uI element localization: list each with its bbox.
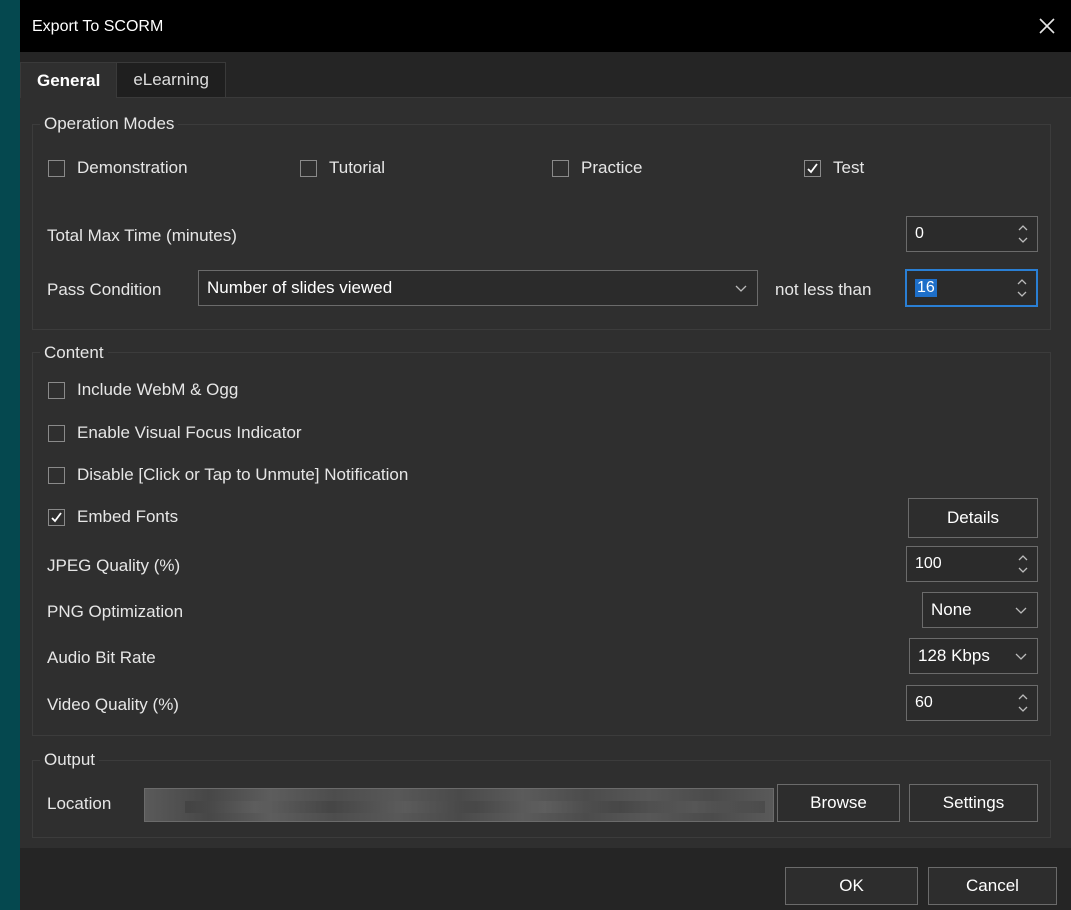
checkbox-embed-fonts[interactable]: Embed Fonts — [48, 507, 178, 527]
dialog-footer: OK Cancel — [20, 848, 1071, 910]
close-icon[interactable] — [1035, 14, 1059, 38]
title-bar: Export To SCORM — [20, 0, 1071, 52]
up-down-arrows-icon[interactable] — [1016, 276, 1028, 300]
checkbox-box — [48, 159, 65, 177]
chevron-down-icon — [1015, 607, 1027, 614]
redacted-path-detail — [185, 801, 765, 813]
general-panel: Operation Modes Demonstration Tutorial P… — [20, 98, 1071, 848]
content-title: Content — [40, 343, 108, 363]
checkbox-label: Test — [833, 158, 865, 177]
operation-modes-title: Operation Modes — [40, 114, 179, 134]
checkbox-label: Tutorial — [329, 158, 386, 177]
not-less-than-label: not less than — [775, 280, 872, 299]
audio-bit-rate-label: Audio Bit Rate — [47, 648, 156, 667]
pass-condition-select[interactable]: Number of slides viewed — [198, 270, 758, 306]
settings-button[interactable]: Settings — [909, 784, 1038, 822]
checkmark-icon — [807, 162, 818, 173]
ok-button[interactable]: OK — [785, 867, 918, 905]
content-group — [32, 352, 1051, 736]
checkbox-box — [48, 381, 65, 399]
output-title: Output — [40, 750, 100, 770]
checkbox-demonstration[interactable]: Demonstration — [48, 158, 188, 178]
checkbox-label: Embed Fonts — [77, 507, 179, 526]
select-value: Number of slides viewed — [207, 278, 393, 297]
up-down-arrows-icon[interactable] — [1017, 222, 1029, 246]
stepper-value: 16 — [915, 279, 937, 297]
browse-button[interactable]: Browse — [777, 784, 900, 822]
chevron-down-icon — [1015, 653, 1027, 660]
checkbox-box — [804, 159, 821, 177]
tab-bar: General eLearning — [20, 62, 226, 98]
jpeg-quality-label: JPEG Quality (%) — [47, 556, 181, 575]
checkbox-label: Include WebM & Ogg — [77, 380, 239, 399]
total-max-time-stepper[interactable]: 0 — [906, 216, 1038, 252]
png-optimization-select[interactable]: None — [922, 592, 1038, 628]
up-down-arrows-icon[interactable] — [1017, 552, 1029, 576]
checkbox-tutorial[interactable]: Tutorial — [300, 158, 385, 178]
video-quality-label: Video Quality (%) — [47, 695, 179, 714]
checkbox-box — [48, 424, 65, 442]
checkbox-label: Practice — [581, 158, 643, 177]
export-dialog: Export To SCORM General eLearning Operat… — [20, 0, 1071, 910]
pass-condition-label: Pass Condition — [47, 280, 162, 299]
select-value: 128 Kbps — [918, 646, 990, 665]
details-button[interactable]: Details — [908, 498, 1038, 538]
checkbox-visual-focus-indicator[interactable]: Enable Visual Focus Indicator — [48, 423, 302, 443]
checkmark-icon — [51, 511, 62, 522]
checkbox-box — [48, 466, 65, 484]
checkbox-include-webm-ogg[interactable]: Include WebM & Ogg — [48, 380, 238, 400]
checkbox-practice[interactable]: Practice — [552, 158, 642, 178]
tab-elearning[interactable]: eLearning — [117, 62, 226, 98]
checkbox-test[interactable]: Test — [804, 158, 864, 178]
location-label: Location — [47, 794, 112, 813]
checkbox-box — [300, 159, 317, 177]
pass-threshold-stepper[interactable]: 16 — [905, 269, 1038, 307]
checkbox-label: Demonstration — [77, 158, 188, 177]
window-title: Export To SCORM — [32, 18, 164, 35]
location-input[interactable] — [144, 788, 774, 822]
chevron-down-icon — [735, 285, 747, 292]
up-down-arrows-icon[interactable] — [1017, 691, 1029, 715]
total-max-time-label: Total Max Time (minutes) — [47, 226, 237, 245]
png-optimization-label: PNG Optimization — [47, 602, 184, 621]
tab-general[interactable]: General — [20, 62, 118, 98]
checkbox-label: Disable [Click or Tap to Unmute] Notific… — [77, 465, 409, 484]
checkbox-disable-unmute-notification[interactable]: Disable [Click or Tap to Unmute] Notific… — [48, 465, 408, 485]
select-value: None — [931, 600, 972, 619]
cancel-button[interactable]: Cancel — [928, 867, 1057, 905]
audio-bit-rate-select[interactable]: 128 Kbps — [909, 638, 1038, 674]
checkbox-box — [48, 508, 65, 526]
video-quality-stepper[interactable]: 60 — [906, 685, 1038, 721]
checkbox-box — [552, 159, 569, 177]
checkbox-label: Enable Visual Focus Indicator — [77, 423, 302, 442]
jpeg-quality-stepper[interactable]: 100 — [906, 546, 1038, 582]
